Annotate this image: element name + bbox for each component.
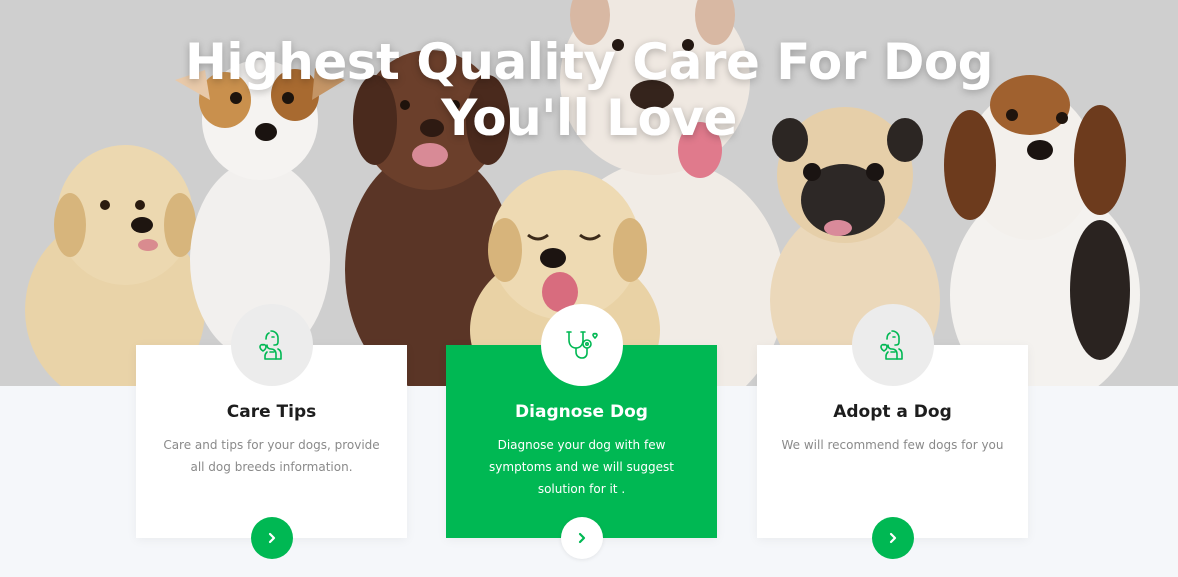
hero-title-line-1: Highest Quality Care For Dog bbox=[185, 33, 993, 91]
chevron-right-icon bbox=[578, 532, 585, 544]
stethoscope-icon bbox=[565, 331, 598, 359]
adopt-arrow-button[interactable] bbox=[871, 517, 914, 559]
card-title: Care Tips bbox=[226, 402, 317, 422]
card-description: Care and tips for your dogs, provide all… bbox=[163, 438, 380, 474]
card-title: Adopt a Dog bbox=[833, 402, 952, 422]
adopt-icon-circle bbox=[851, 304, 934, 386]
dog-care-icon bbox=[258, 330, 282, 360]
card-title: Diagnose Dog bbox=[515, 402, 648, 422]
dog-adopt-icon bbox=[879, 330, 903, 360]
hero-title-line-2: You'll Love bbox=[441, 89, 737, 147]
diagnose-icon-circle bbox=[540, 304, 623, 386]
care-tips-icon-circle bbox=[230, 304, 313, 386]
care-tips-arrow-button[interactable] bbox=[250, 517, 293, 559]
service-card-adopt-dog[interactable]: Adopt a Dog We will recommend few dogs f… bbox=[757, 304, 1028, 559]
card-description: Diagnose your dog with few symptoms and … bbox=[489, 438, 674, 496]
diagnose-arrow-button[interactable] bbox=[560, 517, 603, 559]
service-card-diagnose-dog[interactable]: Diagnose Dog Diagnose your dog with few … bbox=[446, 304, 717, 559]
card-description: We will recommend few dogs for you bbox=[781, 438, 1004, 452]
chevron-right-icon bbox=[268, 532, 275, 544]
service-card-care-tips[interactable]: Care Tips Care and tips for your dogs, p… bbox=[136, 304, 407, 559]
hero-title: Highest Quality Care For Dog You'll Love bbox=[0, 34, 1178, 146]
chevron-right-icon bbox=[889, 532, 896, 544]
